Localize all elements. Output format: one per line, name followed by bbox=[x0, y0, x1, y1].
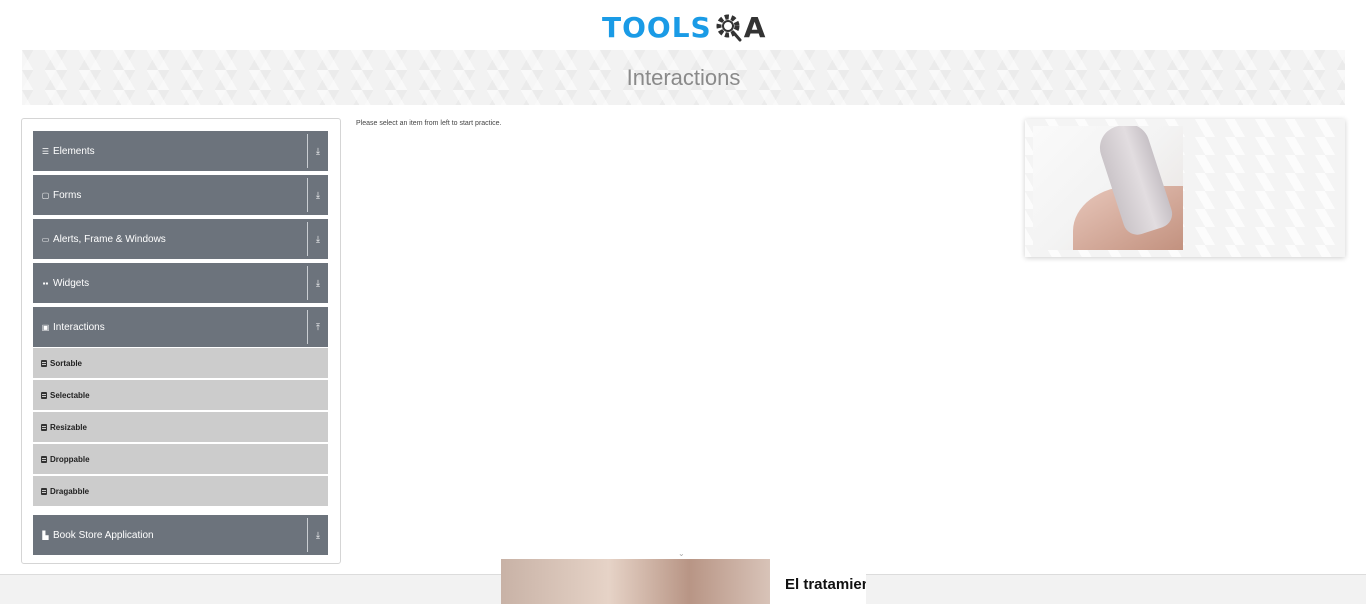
menu-item-resizable[interactable]: Resizable bbox=[33, 412, 328, 442]
expand-icon[interactable]: ⤓ bbox=[307, 134, 328, 168]
group-label: Forms bbox=[53, 189, 82, 201]
group-label: Interactions bbox=[53, 321, 105, 333]
group-widgets[interactable]: ▪▪ Widgets ⤓ bbox=[33, 263, 328, 303]
group-label: Alerts, Frame & Windows bbox=[53, 233, 166, 245]
menu-item-selectable[interactable]: Selectable bbox=[33, 380, 328, 410]
left-panel-menu: ☰ Elements ⤓ ▢ Forms ⤓ ▭ Alerts, Frame &… bbox=[21, 118, 341, 564]
ad-image[interactable] bbox=[1033, 126, 1183, 250]
group-elements[interactable]: ☰ Elements ⤓ bbox=[33, 131, 328, 171]
book-icon: ▙ bbox=[42, 530, 49, 540]
bottom-ad-text-container[interactable]: El tratamiento lo que cre bbox=[770, 559, 866, 604]
menu-item-label: Droppable bbox=[50, 454, 90, 464]
expand-icon[interactable]: ⤓ bbox=[307, 518, 328, 552]
gear-magnifier-icon bbox=[714, 12, 744, 42]
list-icon bbox=[41, 359, 47, 367]
window-icon: ▭ bbox=[41, 234, 50, 244]
menu-item-label: Selectable bbox=[50, 390, 90, 400]
group-alerts-frame-windows[interactable]: ▭ Alerts, Frame & Windows ⤓ bbox=[33, 219, 328, 259]
menu-item-label: Resizable bbox=[50, 422, 87, 432]
menu-item-dragabble[interactable]: Dragabble bbox=[33, 476, 328, 506]
collapse-icon[interactable]: ⤒ bbox=[307, 310, 328, 344]
group-forms[interactable]: ▢ Forms ⤓ bbox=[33, 175, 328, 215]
toolsqa-logo[interactable]: TOOLS A bbox=[602, 8, 765, 46]
menu-item-sortable[interactable]: Sortable bbox=[33, 348, 328, 378]
menu-item-label: Dragabble bbox=[50, 486, 90, 496]
logo-text-tools: TOOLS bbox=[602, 10, 712, 44]
group-label: Book Store Application bbox=[53, 529, 154, 541]
group-label: Widgets bbox=[53, 277, 90, 289]
expand-icon[interactable]: ⤓ bbox=[307, 222, 328, 256]
grid-icon: ▪▪ bbox=[42, 278, 49, 288]
page-title: Interactions bbox=[626, 64, 741, 90]
list-icon bbox=[41, 487, 47, 495]
group-label: Elements bbox=[53, 145, 95, 157]
interactions-icon: ▣ bbox=[41, 322, 50, 332]
bottom-ad-headline[interactable]: El tratamiento lo que cre bbox=[785, 575, 866, 594]
group-book-store-application[interactable]: ▙ Book Store Application ⤓ bbox=[33, 515, 328, 555]
practice-hint-text: Please select an item from left to start… bbox=[356, 120, 502, 127]
list-icon bbox=[41, 423, 47, 431]
list-icon bbox=[41, 455, 47, 463]
logo-text-a: A bbox=[743, 10, 766, 44]
bottom-ad-image[interactable] bbox=[501, 559, 770, 604]
chevron-down-icon[interactable]: ⌄ bbox=[678, 549, 685, 558]
menu-item-droppable[interactable]: Droppable bbox=[33, 444, 328, 474]
menu-item-label: Sortable bbox=[50, 358, 83, 368]
menu-icon: ☰ bbox=[41, 146, 50, 156]
list-icon bbox=[41, 391, 47, 399]
advertisement-card[interactable] bbox=[1025, 119, 1345, 257]
page-banner: Interactions bbox=[22, 50, 1345, 105]
form-icon: ▢ bbox=[41, 190, 50, 200]
group-interactions[interactable]: ▣ Interactions ⤒ bbox=[33, 307, 328, 347]
expand-icon[interactable]: ⤓ bbox=[307, 266, 328, 300]
expand-icon[interactable]: ⤓ bbox=[307, 178, 328, 212]
